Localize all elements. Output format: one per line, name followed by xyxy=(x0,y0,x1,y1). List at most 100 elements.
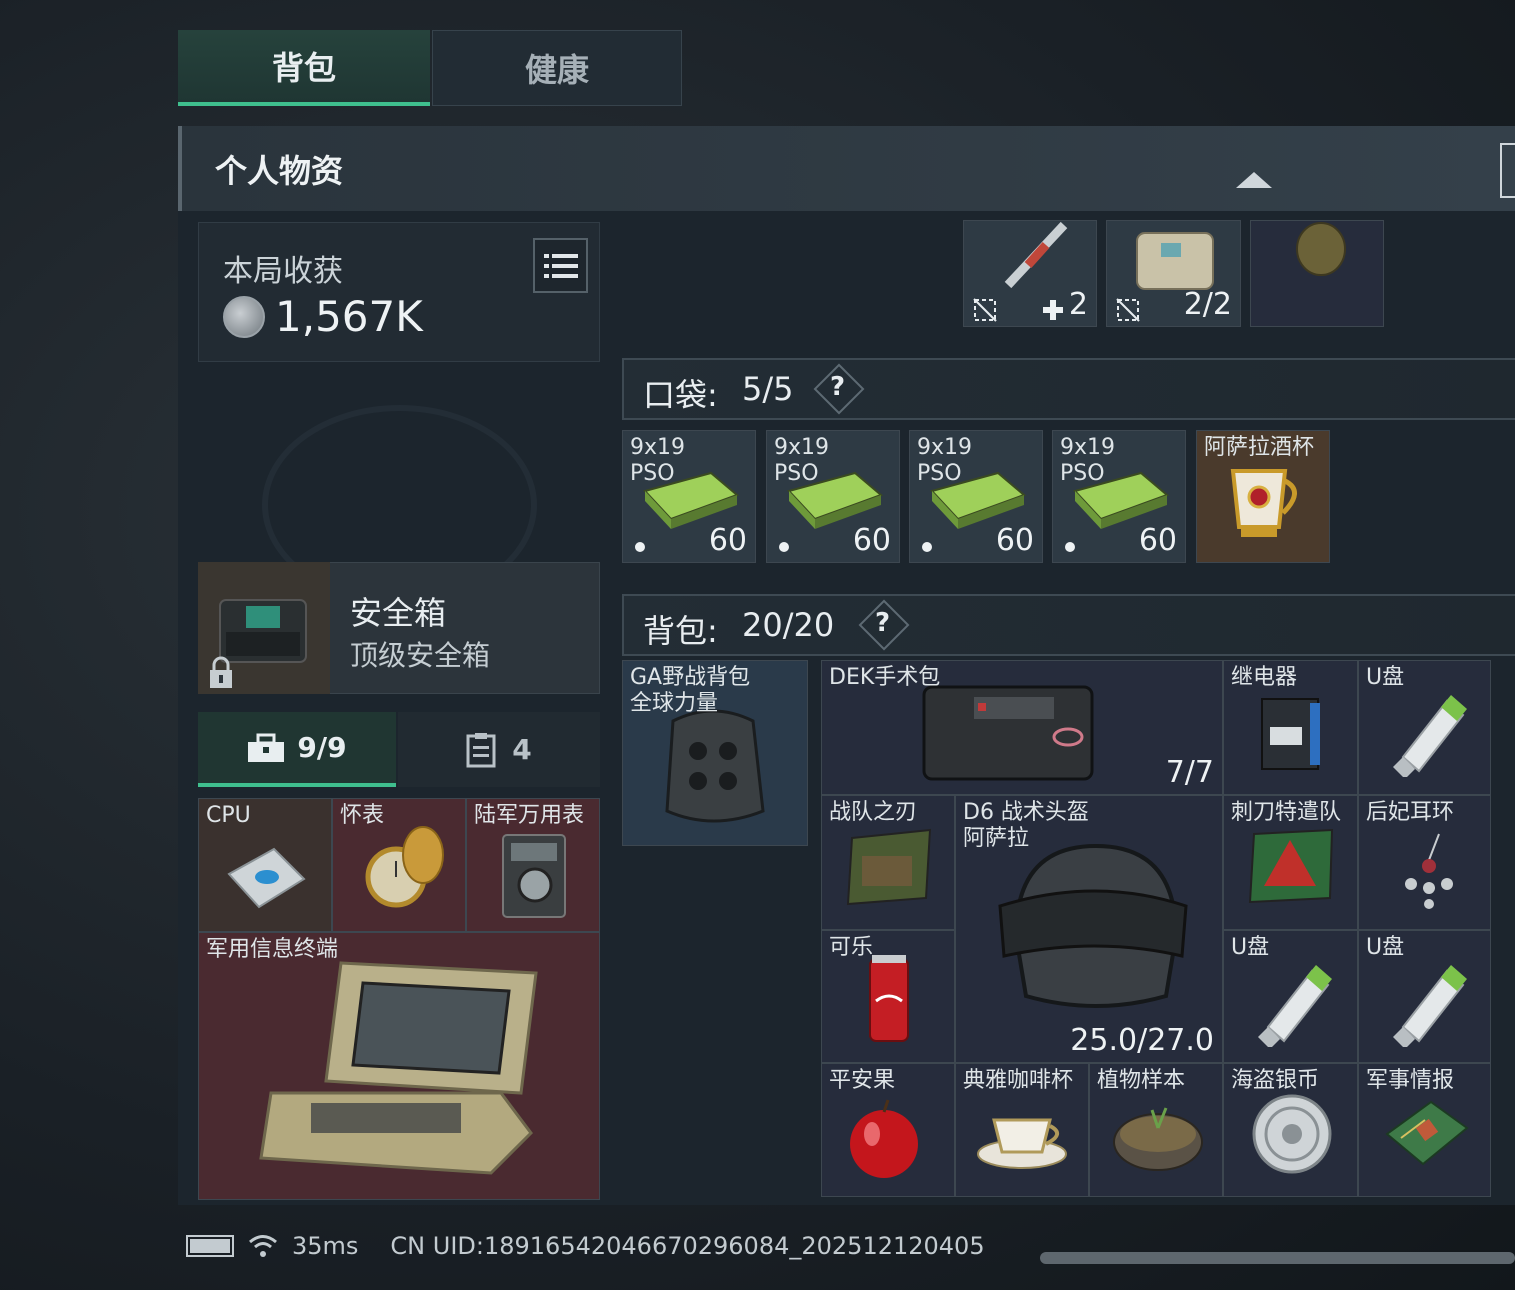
grenade-image xyxy=(1296,222,1346,276)
harvest-value: 1,567K xyxy=(275,292,423,341)
item-label: 怀表 xyxy=(340,803,385,828)
item-sublabel: PSO xyxy=(917,461,962,486)
item-military-intel[interactable]: 军事情报 xyxy=(1358,1063,1491,1197)
pocket-label: 口袋: xyxy=(643,376,718,414)
item-pocket-watch[interactable]: 怀表 xyxy=(332,798,466,932)
status-dot xyxy=(635,542,645,552)
tab-card-items[interactable]: 4 xyxy=(398,712,600,787)
item-usb-drive[interactable]: U盘 xyxy=(1358,660,1491,795)
item-label: 植物样本 xyxy=(1097,1068,1186,1093)
help-icon[interactable]: ? xyxy=(875,608,890,638)
apple-image xyxy=(850,1099,918,1178)
item-sublabel: PSO xyxy=(630,461,675,486)
item-ga-field-backpack[interactable]: GA野战背包 全球力量 xyxy=(622,660,808,846)
item-label: 可乐 xyxy=(829,935,874,960)
item-count: 2 xyxy=(1068,287,1088,322)
pocket-watch-image xyxy=(365,826,444,908)
item-count: 7/7 xyxy=(1165,755,1214,790)
item-sublabel: 全球力量 xyxy=(630,691,719,716)
item-multimeter[interactable]: 陆军万用表 xyxy=(466,798,600,932)
bag-image xyxy=(1136,232,1214,290)
item-top-slot-3[interactable] xyxy=(1250,220,1384,327)
item-ammo-box[interactable]: 9x19 PSO 60 xyxy=(909,430,1043,563)
toolbox-icon xyxy=(248,733,285,762)
item-label: DEK手术包 xyxy=(829,665,941,690)
plant-sample-image xyxy=(1113,1107,1203,1171)
item-ammo-box[interactable]: 9x19 PSO 60 xyxy=(1052,430,1186,563)
no-insure-icon xyxy=(973,298,997,322)
list-button[interactable] xyxy=(533,238,588,293)
item-label: 9x19 xyxy=(917,435,973,460)
injector-image xyxy=(1004,221,1068,289)
tab-health[interactable]: 健康 xyxy=(432,30,682,106)
harvest-label: 本局收获 xyxy=(223,254,343,289)
battery-icon xyxy=(186,1235,234,1257)
item-relay[interactable]: 继电器 xyxy=(1223,660,1358,795)
item-usb-drive[interactable]: U盘 xyxy=(1358,930,1491,1063)
collapse-arrow-icon[interactable] xyxy=(1236,172,1272,188)
item-dek-surgical-kit[interactable]: DEK手术包 7/7 xyxy=(821,660,1223,795)
item-asala-cup[interactable]: 阿萨拉酒杯 xyxy=(1196,430,1330,563)
silver-coin-image xyxy=(1252,1094,1332,1174)
item-label: U盘 xyxy=(1231,935,1270,960)
item-label: 刺刀特遣队 xyxy=(1231,800,1342,825)
item-bayonet-squad[interactable]: 刺刀特遣队 xyxy=(1223,795,1358,930)
card-items-count: 4 xyxy=(512,733,532,766)
ping-value: 35ms xyxy=(292,1232,359,1260)
item-pirate-silver-coin[interactable]: 海盗银币 xyxy=(1223,1063,1358,1197)
item-label: 军用信息终端 xyxy=(206,937,339,962)
item-label: 军事情报 xyxy=(1366,1068,1455,1093)
military-terminal-image xyxy=(259,961,538,1175)
item-cpu[interactable]: CPU xyxy=(198,798,332,932)
multimeter-image xyxy=(502,834,566,918)
cpu-image xyxy=(227,847,306,909)
item-label: U盘 xyxy=(1366,665,1405,690)
header-side-button[interactable] xyxy=(1500,143,1515,198)
item-label: 平安果 xyxy=(829,1068,896,1093)
usb-drive-image xyxy=(1393,965,1467,1047)
item-sublabel: 阿萨拉 xyxy=(963,826,1030,851)
item-cola[interactable]: 可乐 xyxy=(821,930,955,1063)
item-top-slot-2[interactable]: 2/2 xyxy=(1106,220,1241,327)
item-elegant-coffee-cup[interactable]: 典雅咖啡杯 xyxy=(955,1063,1089,1197)
item-label: 阿萨拉酒杯 xyxy=(1204,435,1315,460)
item-empress-earring[interactable]: 后妃耳环 xyxy=(1358,795,1491,930)
no-insure-icon xyxy=(1116,298,1140,322)
helmet-image xyxy=(998,843,1188,1008)
item-sublabel: PSO xyxy=(774,461,819,486)
help-icon[interactable]: ? xyxy=(830,372,845,402)
item-count: 60 xyxy=(852,523,891,558)
pocket-count: 5/5 xyxy=(742,370,794,408)
item-durability: 25.0/27.0 xyxy=(1070,1023,1214,1058)
clipboard-icon xyxy=(466,732,496,767)
item-top-slot-1[interactable]: 2 xyxy=(963,220,1097,327)
tab-safe-items[interactable]: 9/9 xyxy=(198,712,396,787)
user-uid: CN UID:18916542046670296084_202512120405 xyxy=(390,1232,985,1260)
usb-drive-image xyxy=(1393,695,1467,777)
item-apple[interactable]: 平安果 xyxy=(821,1063,955,1197)
safe-items-count: 9/9 xyxy=(297,731,347,764)
wifi-icon xyxy=(249,1235,277,1257)
item-label: D6 战术头盔 xyxy=(963,800,1089,825)
item-label: 典雅咖啡杯 xyxy=(963,1068,1074,1093)
status-dot xyxy=(922,542,932,552)
tab-backpack[interactable]: 背包 xyxy=(178,30,430,106)
usb-drive-image xyxy=(1258,965,1332,1047)
item-count: 60 xyxy=(1138,523,1177,558)
item-label: U盘 xyxy=(1366,935,1405,960)
horizontal-scrollbar[interactable] xyxy=(1040,1252,1515,1264)
item-military-terminal[interactable]: 军用信息终端 xyxy=(198,932,600,1200)
backpack-count: 20/20 xyxy=(742,606,835,644)
backpack-label: 背包: xyxy=(643,612,718,650)
item-plant-sample[interactable]: 植物样本 xyxy=(1089,1063,1223,1197)
item-label: 后妃耳环 xyxy=(1366,800,1455,825)
item-ammo-box[interactable]: 9x19 PSO 60 xyxy=(766,430,900,563)
item-d6-tactical-helmet[interactable]: D6 战术头盔 阿萨拉 25.0/27.0 xyxy=(955,795,1223,1063)
item-ammo-box[interactable]: 9x19 PSO 60 xyxy=(622,430,756,563)
item-label: 继电器 xyxy=(1231,665,1298,690)
item-count: 60 xyxy=(708,523,747,558)
status-dot xyxy=(1065,542,1075,552)
medical-plus-icon xyxy=(1043,300,1063,320)
item-team-blade[interactable]: 战队之刃 xyxy=(821,795,955,930)
item-usb-drive[interactable]: U盘 xyxy=(1223,930,1358,1063)
